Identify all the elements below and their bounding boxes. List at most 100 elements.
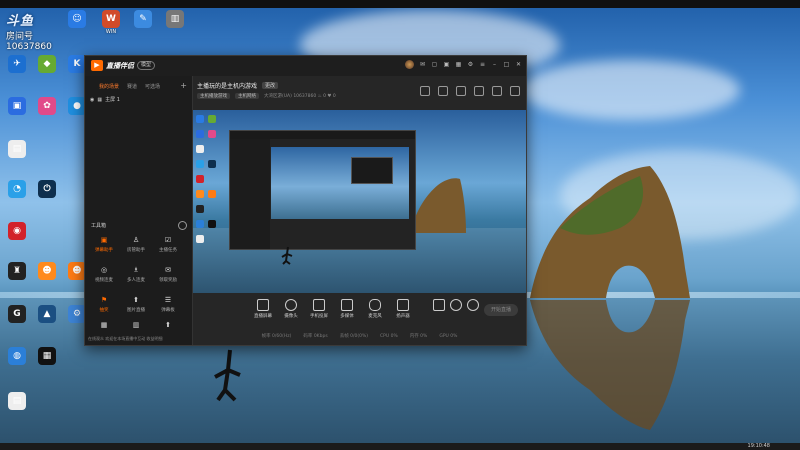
media-button[interactable]: 多媒体 — [333, 299, 361, 319]
preview-icon — [196, 145, 204, 153]
eye-icon[interactable]: ◉ — [90, 97, 94, 103]
layout-icon[interactable] — [456, 86, 466, 96]
tool-button[interactable]: ⬆ — [153, 321, 183, 332]
rock-reflection — [530, 300, 690, 430]
room-info-text: 大湾区游(UA) 10637860 ♨ 0 ♥ 0 — [264, 94, 336, 99]
scene-item[interactable]: ◉ ▦ 主屏 1 — [90, 96, 120, 104]
desktop-icon[interactable]: ▤ — [2, 392, 32, 411]
desktop-icon[interactable]: ✿ — [32, 97, 62, 116]
network-pill[interactable]: 主机网络 — [235, 93, 259, 99]
desktop-icon[interactable]: ▦ — [32, 347, 62, 366]
gift-icon[interactable]: ▣ — [443, 61, 450, 68]
app-icon: ◉ — [8, 222, 26, 240]
app-icon: ▣ — [8, 97, 26, 115]
speaker-button[interactable]: 扬声器 — [389, 299, 417, 319]
tool-button[interactable]: ☰ 弹幕板 — [153, 296, 183, 313]
camera-lens-icon — [285, 299, 297, 311]
app-icon: ▦ — [38, 347, 56, 365]
lock-icon[interactable] — [438, 86, 448, 96]
category-pill[interactable]: 主机播放游戏 — [197, 93, 230, 99]
status-gpu: GPU 0% — [439, 333, 458, 339]
desktop-icon[interactable]: W WIN — [96, 10, 126, 35]
desktop-icon[interactable]: ♜ — [2, 262, 32, 281]
action-label: 多媒体 — [340, 314, 354, 319]
mail-icon[interactable]: ▢ — [431, 61, 438, 68]
tool-button[interactable]: ◎ 视频连麦 — [89, 266, 119, 283]
app-icon: ▥ — [166, 10, 184, 28]
app-icon: ◆ — [38, 55, 56, 73]
tool-button[interactable]: ✉ 领取奖励 — [153, 266, 183, 283]
streaming-app-window: ▶ 直播伴侣 模型 ✉ ▢ ▣ ▦ ⚙ ≡ – □ ✕ 我的场景 赛道 可选场 — [84, 55, 527, 346]
action-label: 手机投屏 — [310, 314, 328, 319]
douyu-room-badge: 斗鱼 房间号 10637860 — [6, 10, 62, 52]
desktop-icon[interactable]: ▲ — [32, 305, 62, 324]
tool-button[interactable]: ▣ 弹幕助手 — [89, 236, 119, 253]
gear-button[interactable] — [459, 299, 487, 311]
app-name: 直播伴侣 — [106, 61, 134, 70]
tool-button[interactable]: ⬆ 图片直播 — [121, 296, 151, 313]
tool-icon: ⚑ — [100, 296, 108, 304]
app-icon: ◔ — [8, 180, 26, 198]
shirt-icon[interactable]: ▦ — [455, 61, 462, 68]
app-icon: ✿ — [38, 97, 56, 115]
app-titlebar[interactable]: ▶ 直播伴侣 模型 ✉ ▢ ▣ ▦ ⚙ ≡ – □ ✕ — [85, 56, 526, 76]
desktop-icon[interactable]: ▥ — [160, 10, 190, 29]
desktop-icon[interactable]: G — [2, 305, 32, 324]
tool-button[interactable]: ♙ 房管助手 — [121, 236, 151, 253]
preview-icon — [208, 115, 216, 123]
action-label: 麦克风 — [368, 314, 382, 319]
status-bar: 帧率 0/60(Hz) 码率 0Kbps 丢帧 0/0(0%) CPU 0% 内… — [193, 327, 526, 345]
bell-icon[interactable] — [492, 86, 502, 96]
preview-tools — [420, 86, 520, 96]
camera-icon[interactable] — [420, 86, 430, 96]
menu-icon[interactable]: ≡ — [479, 61, 486, 68]
screen-capture-button[interactable]: 直播屏幕 — [249, 299, 277, 319]
settings-icon[interactable]: ⚙ — [467, 61, 474, 68]
tool-button[interactable]: ☑ 主播任务 — [153, 236, 183, 253]
desktop-icon[interactable]: ✈ — [2, 55, 32, 74]
desktop-icon[interactable]: ☻ — [32, 262, 62, 281]
desktop-icon[interactable]: ☺ — [62, 10, 92, 29]
tab-my-scenes[interactable]: 我的场景 — [99, 83, 119, 90]
douyu-logo: 斗鱼 — [6, 14, 35, 29]
desktop-icon[interactable]: ◆ — [32, 55, 62, 74]
tool-button[interactable]: ♗ 多人连麦 — [121, 266, 151, 283]
top-dark-bar — [0, 0, 800, 8]
phone-cast-button[interactable]: 手机投屏 — [305, 299, 333, 319]
taskbar[interactable]: 19:10:48 — [0, 443, 800, 450]
tool-icon: ♙ — [132, 236, 140, 244]
edit-title-button[interactable]: 更改 — [262, 82, 279, 89]
user-avatar[interactable] — [405, 60, 414, 69]
tool-button[interactable]: ▦ — [89, 321, 119, 332]
tab-track[interactable]: 赛道 — [127, 83, 137, 90]
preview-icon — [196, 160, 204, 168]
close-icon[interactable]: ✕ — [515, 61, 522, 68]
app-icon: ▲ — [38, 305, 56, 323]
share-icon[interactable] — [510, 86, 520, 96]
tools-more-icon[interactable] — [178, 221, 187, 230]
desktop-icon[interactable]: ◉ — [2, 222, 32, 241]
status-fps: 帧率 0/60(Hz) — [261, 334, 292, 339]
desktop-icon[interactable]: ▤ — [2, 140, 32, 159]
desktop-icon[interactable]: ✎ — [128, 10, 158, 29]
desktop-icon[interactable]: ◍ — [2, 347, 32, 366]
go-live-button[interactable]: 开始直播 — [484, 304, 518, 316]
desktop-icon[interactable]: ⏻ — [32, 180, 62, 199]
add-scene-icon[interactable]: + — [180, 81, 187, 90]
phone-icon — [313, 299, 325, 311]
microphone-button[interactable]: 麦克风 — [361, 299, 389, 319]
message-icon[interactable]: ✉ — [419, 61, 426, 68]
stream-preview[interactable] — [193, 110, 526, 293]
desktop-icon[interactable]: ▣ — [2, 97, 32, 116]
scene-grid-icon: ▦ — [97, 96, 103, 103]
tool-button[interactable]: ⚑ 抽奖 — [89, 296, 119, 313]
minimize-icon[interactable]: – — [491, 61, 498, 68]
app-version-badge[interactable]: 模型 — [137, 61, 156, 70]
tab-optional[interactable]: 可选场 — [145, 83, 160, 90]
desktop-icon[interactable]: ◔ — [2, 180, 32, 199]
maximize-icon[interactable]: □ — [503, 61, 510, 68]
fullscreen-icon[interactable] — [474, 86, 484, 96]
status-cpu: CPU 0% — [380, 333, 398, 339]
camera-button[interactable]: 摄像头 — [277, 299, 305, 319]
tool-button[interactable]: ▥ — [121, 321, 151, 332]
